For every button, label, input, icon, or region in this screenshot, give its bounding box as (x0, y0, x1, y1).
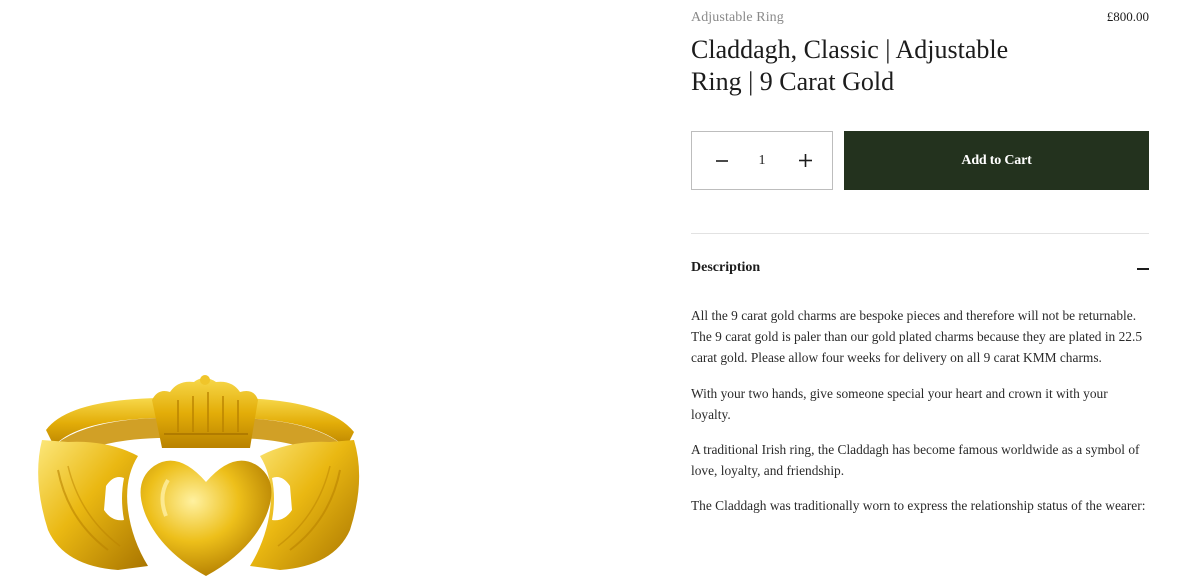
minus-icon (716, 159, 728, 162)
product-price: £800.00 (1106, 9, 1149, 24)
description-paragraph: A traditional Irish ring, the Claddagh h… (691, 442, 1140, 479)
description-body: All the 9 carat gold charms are bespoke … (691, 305, 1149, 531)
decrement-button[interactable] (700, 132, 744, 189)
description-paragraph: All the 9 carat gold charms are bespoke … (691, 308, 1143, 366)
description-accordion-header[interactable]: Description (691, 252, 1149, 286)
description-paragraph: The Claddagh was traditionally worn to e… (691, 498, 1146, 514)
quantity-input[interactable] (744, 132, 780, 189)
minus-icon[interactable] (1137, 268, 1149, 270)
divider (691, 233, 1149, 234)
description-heading: Description (691, 260, 761, 275)
product-category[interactable]: Adjustable Ring (691, 10, 784, 26)
add-to-cart-button[interactable]: Add to Cart (844, 131, 1149, 190)
plus-icon (798, 154, 812, 167)
quantity-stepper (691, 131, 833, 190)
product-title: Claddagh, Classic | Adjustable Ring | 9 … (691, 35, 1009, 96)
product-image (0, 0, 660, 586)
increment-button[interactable] (783, 132, 827, 189)
claddagh-ring-image (38, 375, 360, 576)
description-paragraph: With your two hands, give someone specia… (691, 385, 1108, 422)
